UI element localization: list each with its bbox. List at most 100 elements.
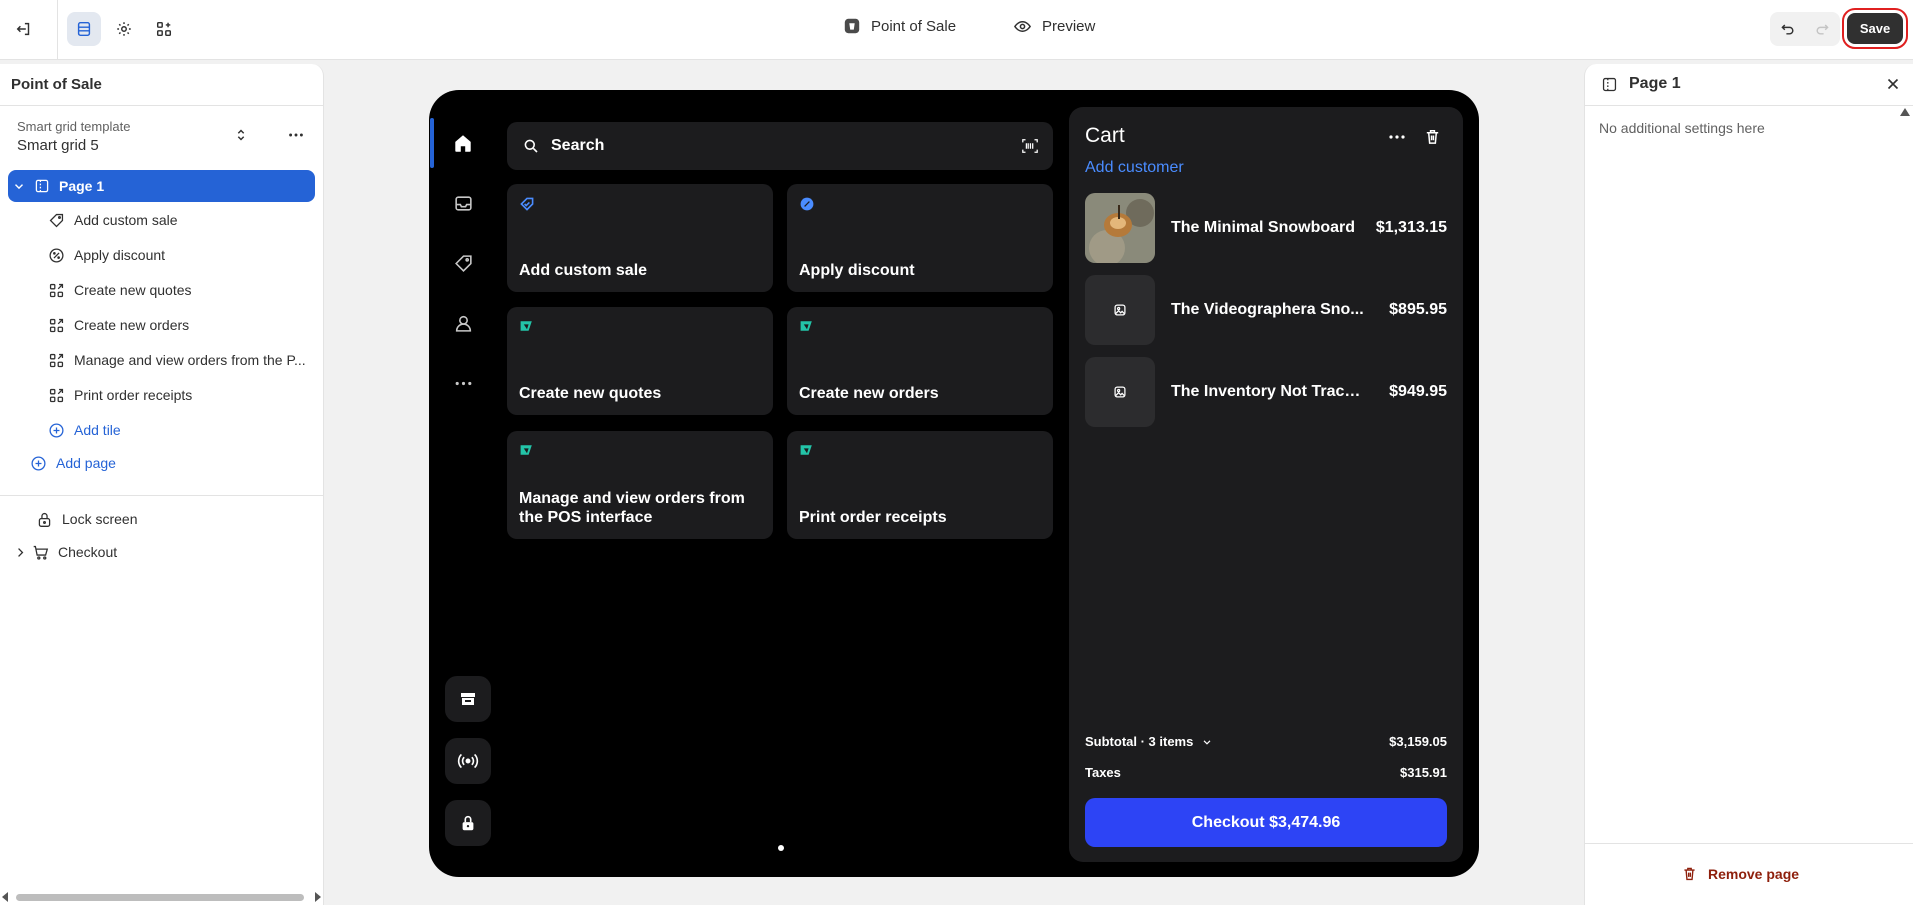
apps-button[interactable] (147, 12, 181, 46)
add-page-link[interactable]: Add page (30, 451, 116, 475)
cart-item[interactable]: The Videographera Sno... $895.95 (1085, 275, 1447, 345)
tree-item-page-1[interactable]: Page 1 (8, 170, 315, 202)
pos-tile-apply-discount[interactable]: Apply discount (787, 184, 1053, 292)
tree-item-label: Print order receipts (74, 387, 193, 403)
chevron-up-down-icon (237, 129, 245, 141)
pos-search-bar[interactable]: Search (507, 122, 1053, 170)
tree-item-create-new-orders[interactable]: Create new orders (48, 313, 189, 337)
chevron-right-icon (18, 547, 24, 557)
item-name: The Minimal Snowboard (1171, 219, 1356, 236)
template-more-button[interactable] (287, 126, 305, 147)
tree-item-apply-discount[interactable]: Apply discount (48, 243, 165, 267)
tree-item-label: Create new quotes (74, 282, 192, 298)
exit-button[interactable] (7, 12, 41, 46)
eye-icon (1014, 20, 1031, 33)
subtotal-value: $3,159.05 (1389, 734, 1447, 749)
page-label: Page 1 (59, 178, 105, 194)
taxes-row: Taxes $315.91 (1085, 765, 1447, 780)
cart-item[interactable]: The Inventory Not Track... $949.95 (1085, 357, 1447, 427)
pos-tile-manage-orders[interactable]: Manage and view orders from the POS inte… (507, 431, 773, 539)
add-tile-link[interactable]: Add tile (48, 418, 121, 442)
app-selector[interactable]: Point of Sale (843, 17, 956, 35)
tree-item-label: Create new orders (74, 317, 190, 333)
tree-item-label: Add custom sale (74, 212, 178, 228)
taxes-value: $315.91 (1400, 765, 1447, 780)
add-tile-label: Add tile (74, 422, 121, 438)
pos-tile-print-order-receipts[interactable]: Print order receipts (787, 431, 1053, 539)
cart-more-button[interactable] (1387, 127, 1407, 150)
item-name: The Videographera Sno... (1171, 301, 1364, 318)
discount-badge-icon (800, 197, 814, 211)
broadcast-icon (457, 753, 479, 769)
pos-tile-add-custom-sale[interactable]: Add custom sale (507, 184, 773, 292)
lock-button[interactable] (445, 800, 491, 846)
settings-button[interactable] (107, 12, 141, 46)
add-customer-link[interactable]: Add customer (1085, 159, 1184, 177)
template-label: Smart grid template (17, 119, 131, 134)
pos-tile-create-new-orders[interactable]: Create new orders (787, 307, 1053, 415)
barcode-scan-icon[interactable] (1021, 137, 1039, 155)
tree-item-create-new-quotes[interactable]: Create new quotes (48, 278, 192, 302)
template-selector[interactable] (232, 126, 250, 147)
tile-label: Print order receipts (799, 509, 947, 526)
nav-customers[interactable] (449, 309, 477, 337)
undo-button[interactable] (1771, 12, 1805, 46)
exit-icon (16, 22, 30, 36)
search-icon (524, 139, 538, 153)
image-placeholder-icon (1114, 304, 1126, 316)
clear-cart-button[interactable] (1423, 127, 1442, 149)
store-button[interactable] (445, 676, 491, 722)
tile-label: Create new quotes (519, 385, 662, 402)
scroll-right-icon (315, 892, 321, 902)
store-icon (461, 693, 475, 705)
remove-page-button[interactable]: Remove page (1681, 865, 1799, 882)
divider (0, 105, 324, 106)
save-button[interactable]: Save (1842, 8, 1908, 49)
nav-products[interactable] (449, 249, 477, 277)
tree-item-label: Apply discount (74, 247, 166, 263)
preview-button[interactable]: Preview (1013, 17, 1095, 36)
sidebar: Point of Sale Smart grid template Smart … (0, 64, 324, 905)
divider (0, 495, 324, 496)
scrollbar-thumb[interactable] (16, 894, 304, 901)
tree-item-lock-screen[interactable]: Lock screen (36, 507, 137, 531)
app-flag-icon (800, 321, 812, 331)
sections-button[interactable] (67, 12, 101, 46)
checkout-button[interactable]: Checkout $3,474.96 (1085, 798, 1447, 847)
lock-icon (38, 512, 51, 527)
nav-active-indicator (430, 118, 434, 168)
top-bar: Point of Sale Preview Save (0, 0, 1913, 60)
gear-icon (117, 22, 131, 36)
add-page-label: Add page (56, 455, 116, 471)
nav-home[interactable] (449, 129, 477, 157)
person-icon (455, 315, 471, 332)
tree-item-add-custom-sale[interactable]: Add custom sale (48, 208, 178, 232)
tree-item-manage-orders[interactable]: Manage and view orders from the P... (48, 348, 306, 372)
chevron-down-icon (1203, 739, 1211, 745)
layout-icon (77, 21, 91, 37)
horizontal-scrollbar[interactable] (0, 890, 324, 905)
app-title: Point of Sale (871, 17, 957, 35)
cart-item[interactable]: The Minimal Snowboard $1,313.15 (1085, 193, 1447, 263)
redo-button[interactable] (1805, 12, 1839, 46)
nav-more[interactable] (449, 369, 477, 397)
tree-item-print-order-receipts[interactable]: Print order receipts (48, 383, 192, 407)
more-horizontal-icon (1389, 135, 1405, 139)
connectivity-button[interactable] (445, 738, 491, 784)
settings-panel: Page 1 No additional settings here Remov… (1584, 64, 1913, 905)
divider (1585, 843, 1913, 844)
app-flag-icon (800, 445, 812, 455)
sidebar-title: Point of Sale (11, 76, 102, 93)
tree-item-checkout[interactable]: Checkout (14, 540, 117, 564)
cart-icon (33, 545, 49, 560)
undo-icon (1781, 24, 1794, 35)
nav-orders[interactable] (449, 189, 477, 217)
pos-tile-create-new-quotes[interactable]: Create new quotes (507, 307, 773, 415)
chevron-down-icon (15, 184, 23, 190)
subtotal-label: Subtotal · 3 items (1085, 734, 1194, 749)
close-panel-button[interactable] (1884, 75, 1902, 96)
template-value: Smart grid 5 (17, 137, 99, 154)
tag-plus-icon (49, 213, 64, 227)
subtotal-row[interactable]: Subtotal · 3 items $3,159.05 (1085, 734, 1447, 749)
apps-arrow-icon (49, 283, 64, 297)
